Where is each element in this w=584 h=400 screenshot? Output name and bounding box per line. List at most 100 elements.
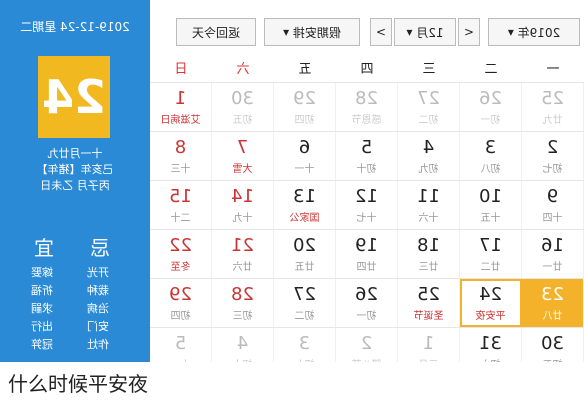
day-number: 25 [417,284,440,305]
day-subtext: 二十 [170,213,191,224]
lunar-date: 十一月廿九 [47,147,103,160]
calendar-day-cell[interactable]: 18 廿三 [398,230,460,278]
calendar-day-cell[interactable]: 9 十四 [522,181,584,229]
year-select[interactable]: 2019年 ▾ [488,18,580,46]
calendar-day-cell[interactable]: 16 廿一 [522,230,584,278]
day-subtext: 初二 [418,115,439,126]
calendar-day-cell[interactable]: 25 圣诞节 [398,279,460,327]
day-subtext: 初四 [294,115,315,126]
calendar-day-cell[interactable]: 26 初一 [336,279,398,327]
day-subtext: 初一 [480,115,501,126]
day-number: 22 [169,235,192,256]
month-select[interactable]: 12月 ▾ [394,18,456,46]
day-subtext: 初三 [232,311,253,322]
weekday-label: 四 [360,62,374,77]
weekday-label: 三 [422,62,436,77]
big-day-number: 24 [38,56,110,138]
calendar-day-cell[interactable]: 23 廿八 [522,279,584,327]
day-number: 4 [236,333,249,354]
calendar-day-cell[interactable]: 8 十三 [150,132,212,180]
day-number: 9 [546,186,559,207]
caption-text: 什么时候平安夜 [8,372,148,396]
calendar-day-cell[interactable]: 28 初三 [212,279,274,327]
calendar-day-cell[interactable]: 1 艾滋病日 [150,83,212,131]
caption-bar: 什么时候平安夜 [0,362,584,400]
yi-item: 求嗣 [31,302,53,315]
day-subtext: 大雪 [232,164,253,175]
day-number: 23 [541,284,564,305]
calendar-day-cell[interactable]: 7 大雪 [212,132,274,180]
holiday-select[interactable]: 假期安排 ▾ [264,18,360,46]
calendar-toolbar: 2019年 ▾ < 12月 ▾ > 假期安排 ▾ 返回今天 [150,18,584,48]
day-number: 6 [298,137,311,158]
day-subtext: 十五 [480,213,501,224]
day-subtext: 十三 [170,164,191,175]
weekday-label: 六 [236,62,250,77]
day-subtext: 廿五 [294,262,315,273]
calendar-day-cell[interactable]: 21 廿六 [212,230,274,278]
calendar-day-cell[interactable]: 4 初九 [398,132,460,180]
ji-item: 作灶 [87,338,109,351]
next-month-button[interactable]: > [370,18,392,46]
calendar-day-cell[interactable]: 28 感恩节 [336,83,398,131]
day-number: 26 [355,284,378,305]
calendar-day-cell[interactable]: 24 平安夜 [460,279,522,327]
ji-item: 开光 [87,266,109,279]
calendar-day-cell[interactable]: 30 初五 [212,83,274,131]
calendar-day-cell[interactable]: 22 冬至 [150,230,212,278]
calendar-day-cell[interactable]: 12 十七 [336,181,398,229]
calendar-day-cell[interactable]: 29 初四 [150,279,212,327]
weekday-label: 五 [298,62,312,77]
day-number: 25 [541,88,564,109]
day-number: 10 [479,186,502,207]
calendar-day-cell[interactable]: 5 初十 [336,132,398,180]
calendar-day-cell[interactable]: 10 十五 [460,181,522,229]
day-subtext: 平安夜 [475,311,506,322]
day-number: 2 [360,333,373,354]
calendar-day-cell[interactable]: 19 廿四 [336,230,398,278]
calendar-day-cell[interactable]: 6 十一 [274,132,336,180]
calendar-day-cell[interactable]: 20 廿五 [274,230,336,278]
day-subtext: 圣诞节 [413,311,444,322]
yi-item: 嫁娶 [31,266,53,279]
chevron-down-icon: ▾ [507,25,514,39]
day-subtext: 初二 [294,311,315,322]
day-number: 21 [231,235,254,256]
day-subtext: 廿九 [542,115,563,126]
calendar-panel: 2019年 ▾ < 12月 ▾ > 假期安排 ▾ 返回今天 一 二 三 四 五 … [150,0,584,376]
calendar-day-cell[interactable]: 11 十六 [398,181,460,229]
calendar-day-cell[interactable]: 25 廿九 [522,83,584,131]
day-subtext: 十一 [294,164,315,175]
calendar-day-cell[interactable]: 29 初四 [274,83,336,131]
day-number: 5 [174,333,187,354]
day-subtext: 十九 [232,213,253,224]
day-number: 18 [417,235,440,256]
day-number: 29 [293,88,316,109]
day-number: 4 [422,137,435,158]
day-number: 17 [479,235,502,256]
month-grid: 一 二 三 四 五 六 日 25 廿九 26 初一 27 初二 28 感恩节 29 初四 30 初五 1… [150,58,584,376]
day-subtext: 初一 [356,311,377,322]
chevron-down-icon: ▾ [406,25,413,39]
calendar-day-cell[interactable]: 3 初八 [460,132,522,180]
calendar-day-cell[interactable]: 17 廿二 [460,230,522,278]
back-to-today-button[interactable]: 返回今天 [176,18,256,46]
calendar-week-row: 9 十四 10 十五 11 十六 12 十七 13 国家公 14 十九 15 二十 [150,180,584,229]
calendar-day-cell[interactable]: 15 二十 [150,181,212,229]
calendar-day-cell[interactable]: 27 初二 [274,279,336,327]
calendar-week-row: 25 廿九 26 初一 27 初二 28 感恩节 29 初四 30 初五 1 艾滋病日 [150,82,584,131]
weekday-label: 日 [174,62,188,77]
weekday-label: 二 [484,62,498,77]
calendar-day-cell[interactable]: 26 初一 [460,83,522,131]
prev-month-button[interactable]: < [458,18,480,46]
calendar-day-cell[interactable]: 27 初二 [398,83,460,131]
calendar-day-cell[interactable]: 2 初七 [522,132,584,180]
yi-heading: 宜 [34,236,54,260]
day-number: 14 [231,186,254,207]
day-number: 30 [541,333,564,354]
day-number: 1 [174,88,187,109]
calendar-day-cell[interactable]: 14 十九 [212,181,274,229]
day-number: 28 [355,88,378,109]
calendar-day-cell[interactable]: 13 国家公 [274,181,336,229]
day-number: 8 [174,137,187,158]
